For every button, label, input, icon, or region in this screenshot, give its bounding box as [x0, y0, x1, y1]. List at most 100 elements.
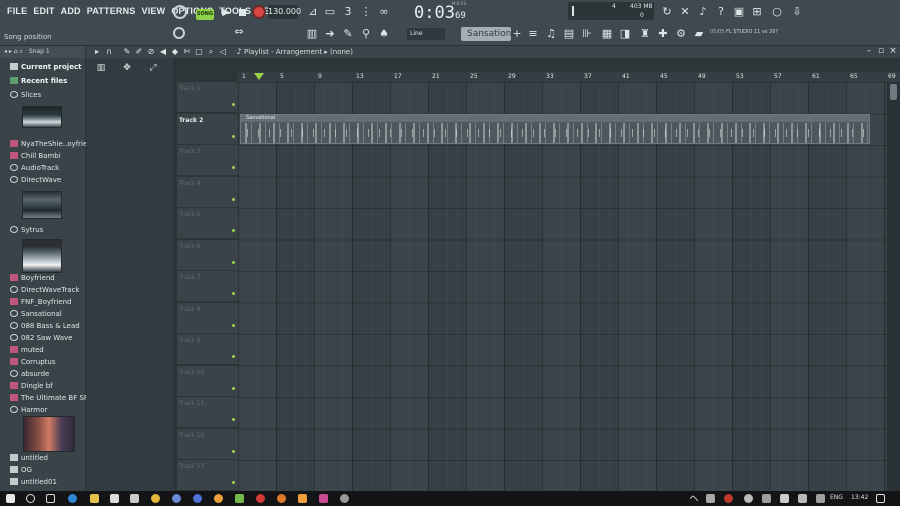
browser-item[interactable]: DirectWave: [10, 176, 61, 184]
discord-icon[interactable]: [172, 494, 181, 503]
notifications-icon[interactable]: [876, 494, 885, 503]
tools-icon[interactable]: ✕: [678, 5, 692, 19]
task-view-icon[interactable]: [46, 494, 55, 503]
pattern-song-toggle[interactable]: [173, 5, 187, 19]
vertical-scrollbar[interactable]: [887, 82, 900, 492]
browser-item[interactable]: Harmor: [10, 406, 47, 414]
track-header[interactable]: Track 1: [177, 82, 238, 113]
mixer-open-icon[interactable]: ⊪: [580, 27, 594, 41]
track-enable-led[interactable]: [232, 260, 235, 264]
arrangement-grid[interactable]: Sansational: [238, 82, 887, 492]
tray-icon-1[interactable]: [706, 494, 715, 503]
piano-roll-icon[interactable]: ▥: [305, 27, 319, 41]
browser-item[interactable]: Dingle bf: [10, 382, 53, 390]
volume-icon[interactable]: [780, 494, 789, 503]
browser-item[interactable]: Corruptus: [10, 358, 56, 366]
browser-item[interactable]: Boyfriend: [10, 274, 55, 282]
channel-rack-icon[interactable]: ▤: [562, 27, 576, 41]
browser-item[interactable]: Chill Bambi: [10, 152, 61, 160]
add-pattern-icon[interactable]: +: [510, 27, 524, 41]
track-enable-led[interactable]: [232, 197, 235, 201]
browser-item[interactable]: Sansational: [10, 310, 62, 318]
browser-item[interactable]: FNF_Boyfriend: [10, 298, 72, 306]
news-ticker[interactable]: 05/05 FL STUDIO 11 vs 20?: [710, 29, 778, 35]
stop-button[interactable]: [235, 5, 251, 21]
browser-item[interactable]: AudioTrack: [10, 164, 59, 172]
browser-item[interactable]: Sytrus: [10, 226, 43, 234]
record-button[interactable]: [252, 5, 266, 19]
track-header[interactable]: Track 11: [177, 397, 238, 428]
move-icon[interactable]: ✥: [120, 61, 134, 75]
keyboard-icon[interactable]: [816, 494, 825, 503]
piano-roll-open-icon[interactable]: ♫: [544, 27, 558, 41]
arrow-right-icon[interactable]: ➜: [323, 27, 337, 41]
shop-icon[interactable]: ▰: [692, 27, 706, 41]
magnet-icon[interactable]: ∩: [102, 45, 116, 59]
playback-tool-icon[interactable]: ◁: [216, 45, 230, 59]
browser-nav-icon[interactable]: ◂ ▸ ⌂ ⌕: [4, 48, 23, 55]
browser-item[interactable]: 088 Bass & Lead: [10, 322, 80, 330]
track-header[interactable]: Track 9: [177, 334, 238, 365]
snap-label[interactable]: Snap 1: [29, 48, 50, 55]
playlist-icon[interactable]: ≡: [526, 27, 540, 41]
browser-item[interactable]: OG: [10, 466, 32, 474]
metronome-icon[interactable]: ⊿: [306, 5, 320, 19]
fl-studio-taskbar-icon[interactable]: [298, 494, 307, 503]
wait-input-icon[interactable]: ▭: [323, 5, 337, 19]
help-icon[interactable]: ?: [714, 5, 728, 19]
search-icon[interactable]: [26, 494, 35, 503]
browser-item[interactable]: Recent files: [10, 77, 67, 85]
browser-item[interactable]: NyaTheShie..oyfriend: [10, 140, 96, 148]
play-button[interactable]: ▶: [218, 5, 234, 21]
countdown-icon[interactable]: 3: [341, 5, 355, 19]
browser-open-icon[interactable]: ▦: [600, 27, 614, 41]
browser-item[interactable]: DirectWaveTrack: [10, 286, 80, 294]
app-icon-pink[interactable]: [319, 494, 328, 503]
pattern-selector[interactable]: Sansational: [461, 27, 519, 41]
browser-item[interactable]: Current project: [10, 63, 81, 71]
browser-item[interactable]: Slices: [10, 91, 41, 99]
stamp-icon[interactable]: ♠: [377, 27, 391, 41]
track-header[interactable]: Track 2: [177, 113, 238, 145]
battery-icon[interactable]: [762, 494, 771, 503]
tempo-display[interactable]: 130.000: [268, 5, 301, 19]
track-enable-led[interactable]: [232, 229, 235, 232]
mail-icon[interactable]: [130, 494, 139, 503]
pitch-slider-icon[interactable]: ⇔: [232, 25, 246, 39]
app-icon-green[interactable]: [235, 494, 244, 503]
browser-item[interactable]: untitled: [10, 454, 48, 462]
track-enable-led[interactable]: [232, 134, 235, 138]
app-icon-blue[interactable]: [193, 494, 202, 503]
chrome-icon[interactable]: [151, 494, 160, 503]
track-header[interactable]: Track 8: [177, 302, 238, 334]
link-icon[interactable]: ⚲: [359, 27, 373, 41]
track-enable-led[interactable]: [232, 323, 235, 327]
pencil-icon[interactable]: ✎: [341, 27, 355, 41]
clock[interactable]: 13:42: [851, 494, 868, 501]
firefox-icon[interactable]: [214, 494, 223, 503]
browser-item[interactable]: 082 Saw Wave: [10, 334, 72, 342]
resize-icon[interactable]: ⤢: [146, 61, 160, 75]
tray-icon-3[interactable]: [744, 494, 753, 503]
pattern-clip[interactable]: Sansational: [240, 114, 870, 144]
track-header[interactable]: Track 13: [177, 460, 238, 491]
snap-selector[interactable]: Line: [407, 28, 445, 40]
track-header[interactable]: Track 6: [177, 239, 238, 271]
store-icon[interactable]: [110, 494, 119, 503]
track-header[interactable]: Track 10: [177, 365, 238, 397]
menu-patterns[interactable]: PATTERNS: [84, 6, 139, 16]
network-icon[interactable]: [798, 494, 807, 503]
playlist-title[interactable]: Playlist - Arrangement ▸ (none): [244, 48, 353, 56]
microphone-icon[interactable]: ♪: [696, 5, 710, 19]
step-edit-icon[interactable]: ⋮: [359, 5, 373, 19]
menu-file[interactable]: FILE: [4, 6, 30, 16]
loop-record-icon[interactable]: ∞: [377, 5, 391, 19]
chat-icon[interactable]: ○: [770, 5, 784, 19]
save-icon[interactable]: ▣: [732, 5, 746, 19]
file-explorer-icon[interactable]: [90, 494, 99, 503]
browser-item[interactable]: The Ultimate BF SF2: [10, 394, 92, 402]
chevron-up-icon[interactable]: [689, 494, 699, 505]
menu-edit[interactable]: EDIT: [30, 6, 57, 16]
track-enable-led[interactable]: [232, 103, 235, 106]
mixer-icon[interactable]: ⊞: [750, 5, 764, 19]
